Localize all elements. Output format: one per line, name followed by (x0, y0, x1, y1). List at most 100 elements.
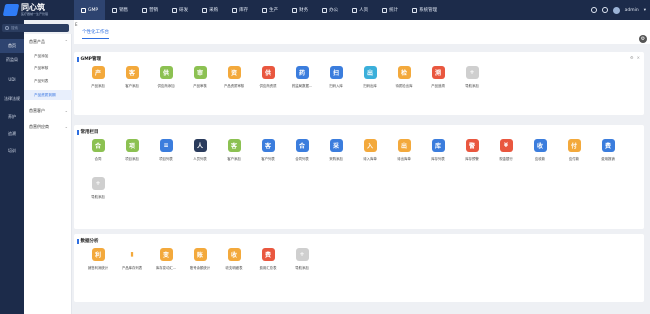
shortcut-1-12[interactable]: ¥ 现金银行 (491, 139, 521, 169)
search-input[interactable]: 搜索 (2, 24, 69, 32)
submenu-item-1[interactable]: 产品审核 (24, 63, 72, 73)
bell-icon[interactable] (590, 7, 597, 13)
nav-item-0[interactable]: GMP (74, 0, 106, 20)
card-title-text: 数据分析 (80, 239, 99, 244)
shortcut-0-6[interactable]: 药药监局数据... (287, 66, 317, 96)
nav-item-8[interactable]: 办公 (315, 0, 345, 20)
shortcut-1-2[interactable]: ≡ 项目列表 (151, 139, 181, 169)
submenu-item-0[interactable]: 产品添加 (24, 51, 72, 61)
shortcut-icon: 资 (227, 66, 241, 79)
nav-item-label: 研发 (179, 8, 189, 13)
submenu-group3[interactable]: 首营供应商 ⌄ (24, 122, 72, 131)
nav-item-5[interactable]: 库存 (225, 0, 255, 20)
rail-item-1[interactable]: 药监局 (0, 53, 24, 67)
submenu-group2[interactable]: 首营客户 ⌄ (24, 106, 72, 115)
shortcut-icon: 收 (533, 139, 547, 152)
shortcut-icon: ¥ (499, 139, 513, 152)
shortcut-1-11[interactable]: 警库存预警 (457, 139, 487, 169)
shortcut-1-8[interactable]: 入待入库单 (355, 139, 385, 169)
shortcut-2-0[interactable]: 利销售利润统计 (83, 248, 113, 278)
nav-item-7[interactable]: 财务 (285, 0, 315, 20)
nav-item-10[interactable]: 统计 (375, 0, 405, 20)
shortcut-0-5[interactable]: 供供应商资质 (253, 66, 283, 96)
shortcut-1-14[interactable]: 付应付款 (559, 139, 589, 169)
sidebar-toggle-icon[interactable]: E (75, 22, 78, 27)
nav-item-11[interactable]: 系统管理 (405, 0, 444, 20)
shortcut-0-7[interactable]: 扫扫码入库 (321, 66, 351, 96)
nav-item-4[interactable]: 采购 (195, 0, 225, 20)
rail-item-0[interactable]: 首页 (0, 39, 24, 53)
shortcut-2-4[interactable]: 收收支明细表 (219, 248, 249, 278)
gear-icon[interactable]: ⚙ (639, 35, 647, 43)
tab-workbench[interactable]: 个性化工作台 (82, 29, 109, 39)
shortcut-1-13[interactable]: 收应收款 (525, 139, 555, 169)
submenu-item-2[interactable]: 产品列表 (24, 76, 72, 86)
nav-icon (112, 7, 118, 13)
shortcut-0-10[interactable]: 溯产品追溯 (423, 66, 453, 96)
nav-item-6[interactable]: 生产 (255, 0, 285, 20)
settings-icon[interactable] (601, 7, 608, 13)
shortcut-icon: 费 (261, 248, 275, 261)
shortcut-2-6[interactable]: + 导航添加 (287, 248, 317, 278)
nav-icon (322, 7, 328, 13)
shortcut-1-7[interactable]: 采采购添加 (321, 139, 351, 169)
shortcut-1-4[interactable]: 客客户添加 (219, 139, 249, 169)
shortcut-icon: 合 (295, 139, 309, 152)
shortcut-1-16[interactable]: + 导航添加 (83, 177, 113, 207)
shortcut-icon: 出 (397, 139, 411, 152)
shortcut-icon: 警 (465, 139, 479, 152)
submenu-group-label: 首营产品 (29, 38, 45, 44)
avatar[interactable] (612, 6, 620, 14)
shortcut-0-0[interactable]: 产产品添加 (83, 66, 113, 96)
shortcut-icon: 库 (431, 139, 445, 152)
shortcut-0-9[interactable]: 检待质检出库 (389, 66, 419, 96)
rail-item-4[interactable]: 养护 (0, 110, 24, 124)
shortcut-1-1[interactable]: 项项目添加 (117, 139, 147, 169)
shortcut-icon: + (91, 177, 105, 190)
shortcut-2-3[interactable]: 账账号余额统计 (185, 248, 215, 278)
shortcut-0-3[interactable]: 审产品审核 (185, 66, 215, 96)
nav-item-9[interactable]: 人资 (345, 0, 375, 20)
nav-item-1[interactable]: 销售 (105, 0, 135, 20)
submenu-group-products[interactable]: 首营产品 ⌃ (24, 37, 72, 46)
nav-item-2[interactable]: 营销 (135, 0, 165, 20)
shortcut-1-10[interactable]: 库库存列表 (423, 139, 453, 169)
shortcut-1-15[interactable]: 费费用报销 (593, 139, 623, 169)
chevron-down-icon[interactable]: ▾ (644, 8, 646, 13)
shortcut-label: 扫码入库 (329, 84, 343, 88)
rail-item-6[interactable]: 培训 (0, 144, 24, 158)
shortcut-2-2[interactable]: 变库存变动汇... (151, 248, 181, 278)
shortcut-0-11[interactable]: + 导航添加 (457, 66, 487, 96)
shortcut-1-5[interactable]: 客客户列表 (253, 139, 283, 169)
shortcut-icon: ▮ (125, 248, 139, 261)
card-title-text: 常用栏目 (80, 130, 99, 135)
settings-icon[interactable]: ⚙ (630, 55, 634, 60)
shortcut-0-8[interactable]: 出扫码出库 (355, 66, 385, 96)
logo-title: 同心筑 (21, 3, 45, 12)
close-icon[interactable]: × (637, 55, 640, 60)
rail-item-3[interactable]: 法律法规 (0, 92, 24, 106)
shortcut-1-6[interactable]: 合合同列表 (287, 139, 317, 169)
shortcut-icon: 客 (227, 139, 241, 152)
shortcut-icon: 合 (91, 139, 105, 152)
user-name[interactable]: admin (625, 8, 639, 13)
shortcut-label: 账号余额统计 (189, 266, 211, 270)
logo[interactable]: 同心筑 医疗器械一生产管理 (0, 0, 74, 20)
shortcut-1-9[interactable]: 出待出库单 (389, 139, 419, 169)
shortcut-icon: ≡ (159, 139, 173, 152)
shortcut-1-0[interactable]: 合合同 (83, 139, 113, 169)
nav-item-label: 系统管理 (419, 8, 438, 13)
shortcut-2-1[interactable]: ▮ 产品库存列表 (117, 248, 147, 278)
card-title: GMP管理 (77, 56, 101, 62)
shortcut-1-3[interactable]: 人人员列表 (185, 139, 215, 169)
shortcut-0-4[interactable]: 资产品资质审核 (219, 66, 249, 96)
submenu-item-3[interactable]: 产品资质到期 (24, 90, 72, 100)
rail-item-5[interactable]: 追溯 (0, 127, 24, 141)
shortcut-2-5[interactable]: 费费用汇总表 (253, 248, 283, 278)
shortcut-0-2[interactable]: 供供应商添加 (151, 66, 181, 96)
shortcut-0-1[interactable]: 客客户添加 (117, 66, 147, 96)
shortcut-label: 供应商添加 (157, 84, 175, 88)
shortcut-icon: 客 (125, 66, 139, 79)
nav-item-3[interactable]: 研发 (165, 0, 195, 20)
rail-item-2[interactable]: UDI (0, 72, 24, 86)
